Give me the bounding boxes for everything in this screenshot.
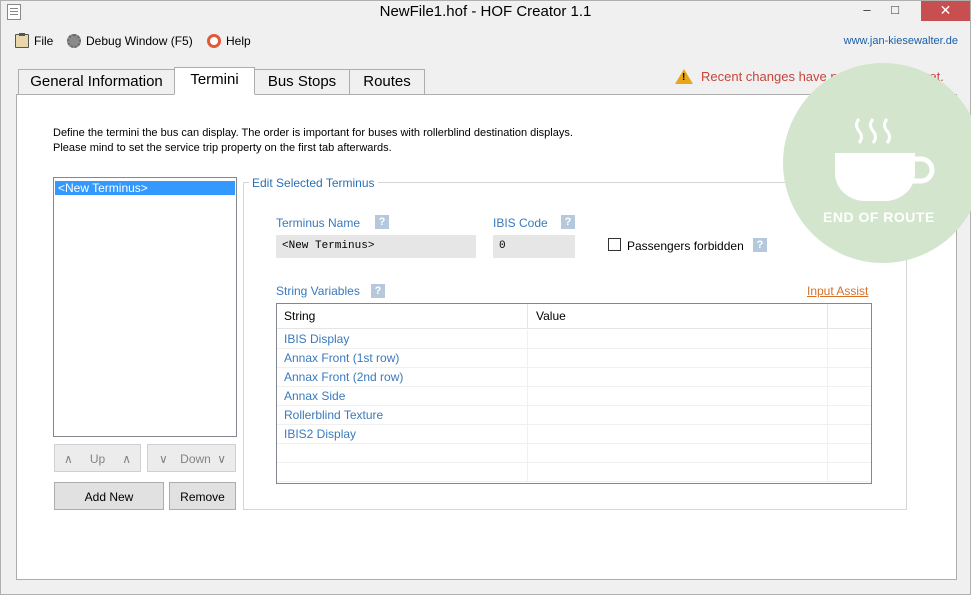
ibis-code-label: IBIS Code	[493, 216, 548, 230]
cell-string[interactable]: Rollerblind Texture	[277, 406, 528, 425]
minimize-button[interactable]: –	[853, 1, 881, 21]
table-row[interactable]	[277, 444, 871, 463]
maximize-button[interactable]: □	[881, 1, 909, 21]
title-bar: NewFile1.hof - HOF Creator 1.1 – □ ✕	[1, 1, 970, 23]
cell-value[interactable]	[529, 330, 828, 349]
tab-termini[interactable]: Termini	[174, 67, 255, 95]
down-arrow-icon: ∨	[217, 452, 226, 466]
menu-help-label: Help	[226, 34, 251, 48]
string-variables-grid[interactable]: String Value IBIS Display Annax Front (1…	[276, 303, 872, 484]
down-button-label: Down	[180, 452, 211, 466]
column-header-value[interactable]: Value	[529, 304, 828, 329]
menu-bar: File Debug Window (F5) Help www.jan-kies…	[1, 29, 970, 53]
description-line-1: Define the termini the bus can display. …	[53, 127, 573, 139]
clipboard-icon	[15, 33, 29, 48]
help-icon[interactable]: ?	[561, 215, 575, 229]
input-assist-link[interactable]: Input Assist	[807, 284, 868, 298]
ibis-code-field[interactable]: 0	[493, 235, 575, 258]
gear-icon	[67, 34, 81, 48]
up-button-label: Up	[89, 452, 106, 466]
window-title: NewFile1.hof - HOF Creator 1.1	[379, 3, 592, 20]
help-icon[interactable]: ?	[375, 215, 389, 229]
edit-group-title: Edit Selected Terminus	[249, 176, 378, 190]
up-arrow-icon: ∧	[64, 452, 73, 466]
warning-icon: !	[675, 68, 693, 84]
cell-string[interactable]	[277, 444, 528, 463]
website-link[interactable]: www.jan-kiesewalter.de	[844, 35, 958, 47]
cell-value[interactable]	[529, 444, 828, 463]
table-row[interactable]: Annax Side	[277, 387, 871, 406]
move-down-button[interactable]: ∨ Down ∨	[147, 444, 236, 472]
cell-string[interactable]	[277, 463, 528, 482]
table-row[interactable]: IBIS Display	[277, 330, 871, 349]
cell-string[interactable]: IBIS2 Display	[277, 425, 528, 444]
menu-debug-window[interactable]: Debug Window (F5)	[67, 32, 193, 50]
table-row[interactable]: Rollerblind Texture	[277, 406, 871, 425]
list-item[interactable]: <New Terminus>	[55, 181, 235, 195]
table-row[interactable]: Annax Front (2nd row)	[277, 368, 871, 387]
description: Define the termini the bus can display. …	[53, 126, 573, 156]
tab-bus-stops[interactable]: Bus Stops	[254, 69, 350, 94]
down-arrow-icon: ∨	[159, 452, 168, 466]
app-window: NewFile1.hof - HOF Creator 1.1 – □ ✕ Fil…	[0, 0, 971, 595]
terminus-name-field[interactable]: <New Terminus>	[276, 235, 476, 258]
description-line-2: Please mind to set the service trip prop…	[53, 142, 392, 154]
move-up-button[interactable]: ∧ Up ∧	[54, 444, 141, 472]
string-variables-label: String Variables	[276, 284, 360, 298]
cell-value[interactable]	[529, 425, 828, 444]
unsaved-text: Recent changes have not been saved yet.	[701, 68, 944, 84]
cell-string[interactable]: IBIS Display	[277, 330, 528, 349]
cell-string[interactable]: Annax Front (1st row)	[277, 349, 528, 368]
table-row[interactable]: Annax Front (1st row)	[277, 349, 871, 368]
help-icon[interactable]: ?	[371, 284, 385, 298]
column-header-string[interactable]: String	[277, 304, 528, 329]
remove-button[interactable]: Remove	[169, 482, 236, 510]
cell-value[interactable]	[529, 368, 828, 387]
passengers-forbidden-label[interactable]: Passengers forbidden	[627, 239, 744, 253]
up-arrow-icon: ∧	[122, 452, 131, 466]
terminus-name-label: Terminus Name	[276, 216, 361, 230]
unsaved-warning: ! Recent changes have not been saved yet…	[675, 67, 944, 85]
termini-list[interactable]: <New Terminus>	[53, 177, 237, 437]
help-icon[interactable]: ?	[753, 238, 767, 252]
cell-value[interactable]	[529, 406, 828, 425]
cell-string[interactable]: Annax Side	[277, 387, 528, 406]
menu-help[interactable]: Help	[207, 32, 251, 50]
cell-value[interactable]	[529, 463, 828, 482]
close-button[interactable]: ✕	[921, 1, 970, 21]
add-new-button[interactable]: Add New	[54, 482, 164, 510]
grid-header: String Value	[277, 304, 871, 329]
tab-general-information[interactable]: General Information	[18, 69, 175, 94]
cell-value[interactable]	[529, 387, 828, 406]
menu-debug-label: Debug Window (F5)	[86, 34, 193, 48]
menu-file-label: File	[34, 34, 54, 48]
menu-file[interactable]: File	[15, 32, 53, 50]
table-row[interactable]	[277, 463, 871, 482]
lifebuoy-icon	[207, 34, 221, 48]
passengers-forbidden-checkbox[interactable]	[608, 238, 621, 251]
cell-string[interactable]: Annax Front (2nd row)	[277, 368, 528, 387]
cell-value[interactable]	[529, 349, 828, 368]
tab-routes[interactable]: Routes	[349, 69, 425, 94]
table-row[interactable]: IBIS2 Display	[277, 425, 871, 444]
